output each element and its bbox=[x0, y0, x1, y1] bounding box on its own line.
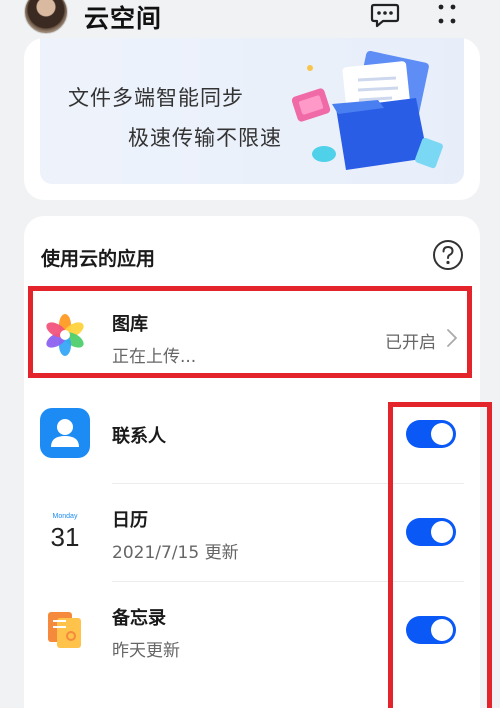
app-name: 联系人 bbox=[112, 426, 166, 447]
app-status: 已开启 bbox=[385, 333, 436, 353]
gallery-icon bbox=[46, 314, 84, 356]
app-row-contacts: 联系人 bbox=[24, 386, 480, 484]
contacts-sync-toggle[interactable] bbox=[406, 420, 456, 448]
promo-line-2: 极速传输不限速 bbox=[128, 126, 282, 150]
app-subtitle: 昨天更新 bbox=[112, 641, 180, 661]
contacts-icon bbox=[40, 408, 90, 458]
app-subtitle: 正在上传... bbox=[112, 347, 197, 367]
toggle-knob bbox=[431, 619, 453, 641]
app-name: 备忘录 bbox=[112, 608, 166, 629]
promo-line-1: 文件多端智能同步 bbox=[68, 86, 244, 110]
message-icon[interactable] bbox=[370, 2, 400, 28]
toggle-knob bbox=[431, 423, 453, 445]
chevron-right-icon bbox=[447, 329, 457, 347]
promo-banner[interactable]: 文件多端智能同步 极速传输不限速 bbox=[40, 38, 464, 184]
calendar-sync-toggle[interactable] bbox=[406, 518, 456, 546]
calendar-icon-day: Monday bbox=[53, 513, 78, 520]
cloud-apps-card: 使用云的应用 图库 正在上传... 已开启 联系人 Monday 31 日历 2… bbox=[24, 216, 480, 708]
calendar-icon: Monday 31 bbox=[40, 506, 90, 556]
avatar[interactable] bbox=[24, 0, 68, 34]
page-title: 云空间 bbox=[84, 4, 163, 33]
notes-sync-toggle[interactable] bbox=[406, 616, 456, 644]
calendar-icon-date: 31 bbox=[51, 522, 80, 552]
app-subtitle: 2021/7/15 更新 bbox=[112, 543, 239, 563]
app-name: 图库 bbox=[112, 314, 148, 335]
app-row-notes: 备忘录 昨天更新 bbox=[24, 582, 480, 680]
promo-card: 文件多端智能同步 极速传输不限速 bbox=[24, 38, 480, 200]
section-title: 使用云的应用 bbox=[41, 248, 156, 270]
notes-icon bbox=[48, 612, 81, 648]
app-row-gallery[interactable]: 图库 正在上传... 已开启 bbox=[24, 288, 480, 386]
toggle-knob bbox=[431, 521, 453, 543]
folder-illustration bbox=[291, 50, 443, 170]
app-row-calendar: Monday 31 日历 2021/7/15 更新 bbox=[24, 484, 480, 582]
more-vertical-icon[interactable] bbox=[432, 2, 462, 28]
app-name: 日历 bbox=[112, 510, 148, 531]
help-icon[interactable] bbox=[432, 239, 464, 271]
